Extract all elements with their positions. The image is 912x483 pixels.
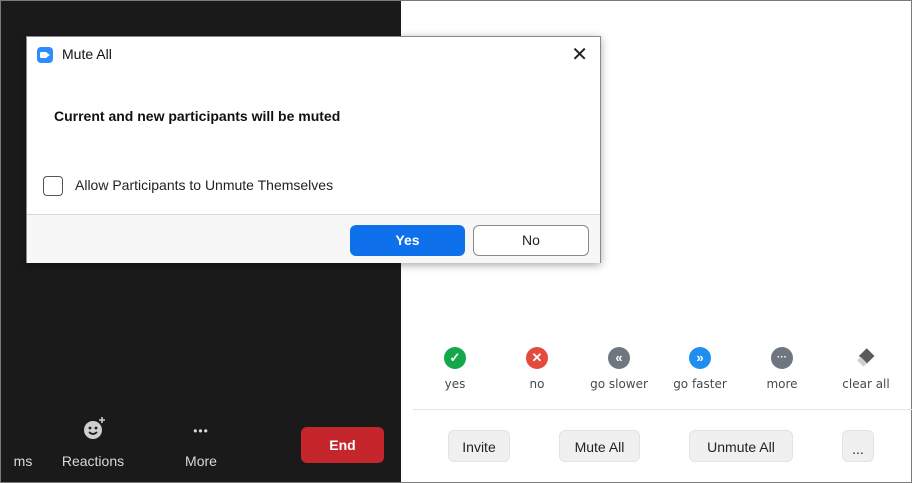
mute-all-dialog: Mute All ✕ Current and new participants … [26,36,601,263]
dialog-message: Current and new participants will be mut… [54,108,341,124]
dialog-titlebar: Mute All ✕ [27,37,600,73]
ellipsis-icon: ··· [771,347,793,369]
toolbar-partial-label[interactable]: ms [6,453,40,469]
more-button-label[interactable]: More [170,453,232,469]
x-icon: ✕ [526,347,548,369]
unmute-all-button[interactable]: Unmute All [689,430,793,462]
eraser-icon [855,347,877,369]
no-button[interactable]: No [473,225,589,256]
reaction-label: clear all [842,377,890,391]
allow-unmute-checkbox[interactable] [43,176,63,196]
rewind-icon: « [608,347,630,369]
reaction-label: more [766,377,798,391]
dialog-title: Mute All [62,46,112,62]
reaction-label: yes [444,377,466,391]
reaction-go-slower[interactable]: « go slower [579,347,659,391]
reaction-more[interactable]: ··· more [742,347,822,391]
reactions-icon[interactable] [80,414,110,442]
more-icon[interactable]: ••• [178,424,224,438]
more-options-button[interactable]: ... [842,430,874,462]
reaction-label: go slower [590,377,648,391]
mute-all-button[interactable]: Mute All [559,430,640,462]
close-icon[interactable]: ✕ [571,42,588,66]
reaction-yes[interactable]: ✓ yes [415,347,495,391]
reaction-label: no [529,377,545,391]
reaction-no[interactable]: ✕ no [497,347,577,391]
allow-unmute-label[interactable]: Allow Participants to Unmute Themselves [75,177,333,193]
panel-divider [413,409,912,410]
reaction-clear-all[interactable]: clear all [826,347,906,391]
invite-button[interactable]: Invite [448,430,510,462]
dialog-footer: Yes No [27,214,600,263]
reaction-go-faster[interactable]: » go faster [660,347,740,391]
check-icon: ✓ [444,347,466,369]
reactions-button-label[interactable]: Reactions [50,453,136,469]
zoom-logo-icon [37,47,53,63]
reaction-label: go faster [673,377,727,391]
yes-button[interactable]: Yes [350,225,465,256]
end-meeting-button[interactable]: End [301,427,384,463]
fast-forward-icon: » [689,347,711,369]
